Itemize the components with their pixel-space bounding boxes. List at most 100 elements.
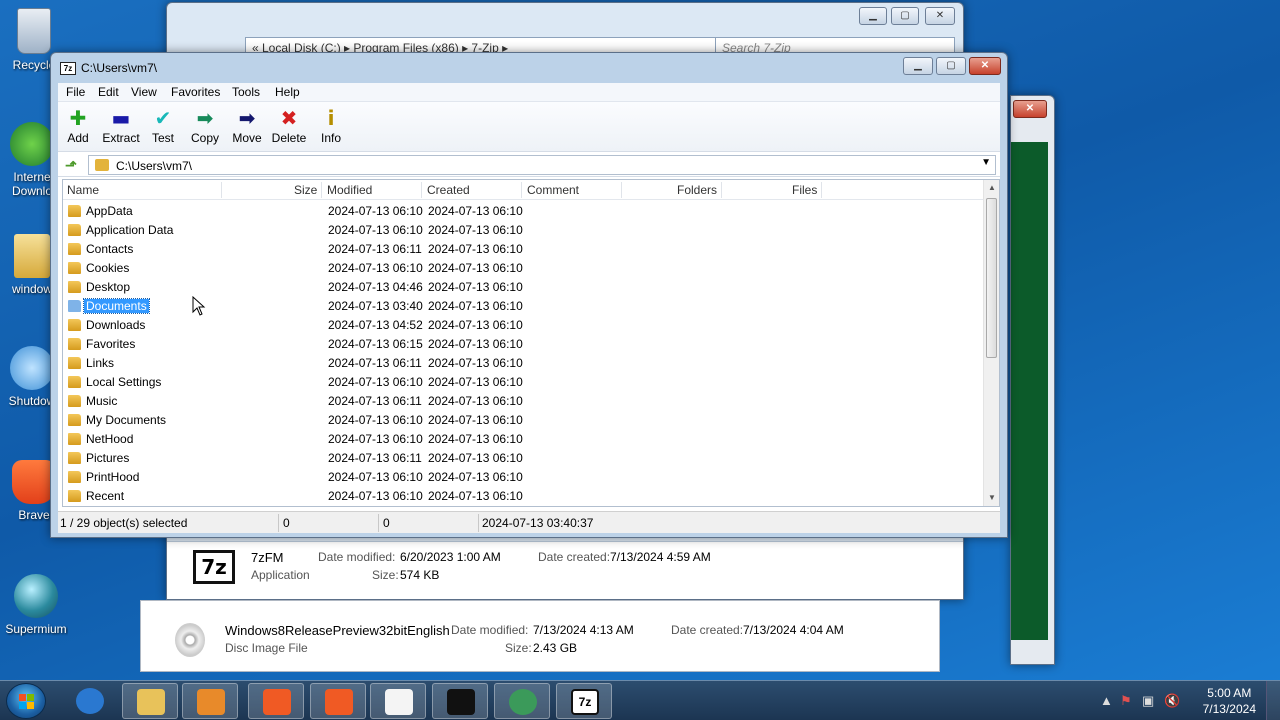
table-row[interactable]: Links 2024-07-13 06:11 2024-07-13 06:10	[63, 354, 983, 373]
menu-edit[interactable]: Edit	[98, 85, 119, 99]
desktop-icon-supermium[interactable]: Supermium	[4, 574, 68, 636]
7zip-window[interactable]: 7z C:\Users\vm7\ ▁ ▢ ✕ File Edit View Fa…	[50, 52, 1008, 538]
network-icon[interactable]: ▣	[1142, 693, 1154, 709]
chevron-down-icon[interactable]: ▼	[981, 157, 991, 168]
extract-button[interactable]: ▬ Extract	[99, 105, 143, 145]
row-created: 2024-07-13 06:10	[428, 432, 523, 446]
size-value: 2.43 GB	[533, 641, 578, 655]
table-row[interactable]: Recent 2024-07-13 06:10 2024-07-13 06:10	[63, 487, 983, 506]
folder-icon	[68, 414, 81, 426]
table-row[interactable]: Music 2024-07-13 06:11 2024-07-13 06:10	[63, 392, 983, 411]
col-folders[interactable]: Folders	[677, 183, 717, 197]
created-label: Date created:	[671, 623, 744, 637]
row-modified: 2024-07-13 06:11	[328, 356, 422, 370]
row-created: 2024-07-13 06:10	[428, 280, 523, 294]
taskbar-app-button[interactable]	[494, 683, 550, 719]
taskbar-app-button[interactable]	[62, 683, 118, 719]
menu-favorites[interactable]: Favorites	[171, 85, 220, 99]
table-row[interactable]: Favorites 2024-07-13 06:15 2024-07-13 06:1…	[63, 335, 983, 354]
col-created[interactable]: Created	[427, 183, 470, 197]
row-created: 2024-07-13 06:10	[428, 261, 523, 275]
table-row[interactable]: AppData 2024-07-13 06:10 2024-07-13 06:10	[63, 202, 983, 221]
row-name: My Documents	[86, 413, 167, 427]
scroll-thumb[interactable]	[986, 198, 997, 358]
taskbar-app-button[interactable]	[432, 683, 488, 719]
status-modified: 2024-07-13 03:40:37	[482, 516, 594, 530]
menu-help[interactable]: Help	[275, 85, 300, 99]
row-name: Pictures	[86, 451, 130, 465]
show-hidden-icons-icon[interactable]: ▲	[1100, 693, 1113, 708]
extract-icon: ▬	[111, 106, 131, 130]
copy-button[interactable]: ➡ Copy	[183, 105, 227, 145]
col-files[interactable]: Files	[792, 183, 817, 197]
up-folder-icon[interactable]: ⬏	[62, 157, 80, 173]
menu-tools[interactable]: Tools	[232, 85, 260, 99]
background-window-green[interactable]: ✕	[1010, 95, 1055, 665]
folder-icon	[68, 433, 81, 445]
row-modified: 2024-07-13 06:10	[328, 375, 423, 389]
table-row[interactable]: Downloads 2024-07-13 04:52 2024-07-13 06:1…	[63, 316, 983, 335]
clock[interactable]: 5:00 AM 7/13/2024	[1203, 685, 1256, 717]
volume-muted-icon[interactable]: 🔇	[1164, 693, 1180, 709]
table-row[interactable]: Contacts 2024-07-13 06:11 2024-07-13 06:10	[63, 240, 983, 259]
menu-view[interactable]: View	[131, 85, 157, 99]
taskbar-app-button[interactable]	[370, 683, 426, 719]
info-button[interactable]: i Info	[309, 105, 353, 145]
title-bar[interactable]: 7z C:\Users\vm7\ ▁ ▢ ✕	[51, 53, 1007, 83]
scroll-down-icon[interactable]: ▼	[984, 490, 999, 506]
status-selection: 1 / 29 object(s) selected	[60, 516, 188, 530]
file-name: Windows8ReleasePreview32bitEnglish	[225, 623, 450, 638]
scroll-up-icon[interactable]: ▲	[984, 180, 999, 196]
test-button[interactable]: ✔ Test	[141, 105, 185, 145]
col-size[interactable]: Size	[294, 183, 317, 197]
close-button[interactable]: ✕	[925, 7, 955, 25]
col-comment[interactable]: Comment	[527, 183, 579, 197]
table-row[interactable]: NetHood 2024-07-13 06:10 2024-07-13 06:10	[63, 430, 983, 449]
table-row[interactable]: My Documents 2024-07-13 06:10 2024-07-13 0…	[63, 411, 983, 430]
path-combo[interactable]: C:\Users\vm7\ ▼	[88, 155, 996, 175]
test-label: Test	[151, 131, 174, 145]
taskbar-app-button[interactable]: 7z	[556, 683, 612, 719]
row-name: Application Data	[86, 223, 174, 237]
taskbar-app-button[interactable]	[248, 683, 304, 719]
col-name[interactable]: Name	[67, 183, 99, 197]
row-created: 2024-07-13 06:10	[428, 470, 523, 484]
col-modified[interactable]: Modified	[327, 183, 372, 197]
table-row[interactable]: Application Data 2024-07-13 06:10 2024-07-…	[63, 221, 983, 240]
7zip-app-icon: 7z	[193, 550, 235, 584]
table-row[interactable]: Local Settings 2024-07-13 06:10 2024-07-13…	[63, 373, 983, 392]
action-center-icon[interactable]: ⚑	[1120, 693, 1132, 709]
browser-globe-icon	[14, 574, 58, 618]
start-button[interactable]	[6, 683, 46, 719]
row-created: 2024-07-13 06:10	[428, 204, 523, 218]
move-button[interactable]: ➡ Move	[225, 105, 269, 145]
show-desktop-button[interactable]	[1266, 681, 1280, 720]
file-list[interactable]: Name Size Modified Created Comment Folde…	[62, 179, 1000, 507]
delete-button[interactable]: ✖ Delete	[267, 105, 311, 145]
table-row[interactable]: Desktop 2024-07-13 04:46 2024-07-13 06:10	[63, 278, 983, 297]
row-modified: 2024-07-13 06:11	[328, 451, 422, 465]
taskbar-app-button[interactable]	[182, 683, 238, 719]
table-row[interactable]: Cookies 2024-07-13 06:10 2024-07-13 06:10	[63, 259, 983, 278]
minimize-button[interactable]: ▁	[859, 7, 887, 25]
minimize-button[interactable]: ▁	[903, 57, 933, 75]
disc-image-icon	[175, 623, 205, 657]
vertical-scrollbar[interactable]: ▲ ▼	[983, 180, 999, 506]
clock-time: 5:00 AM	[1207, 686, 1252, 700]
table-row[interactable]: Pictures 2024-07-13 06:11 2024-07-13 06:10	[63, 449, 983, 468]
maximize-button[interactable]: ▢	[936, 57, 966, 75]
menu-file[interactable]: File	[66, 85, 85, 99]
move-icon: ➡	[238, 106, 256, 130]
maximize-button[interactable]: ▢	[891, 7, 919, 25]
add-button[interactable]: ✚ Add	[56, 105, 100, 145]
table-row[interactable]: PrintHood 2024-07-13 06:10 2024-07-13 06:1…	[63, 468, 983, 487]
close-button[interactable]: ✕	[1013, 100, 1047, 118]
desktop-icon-label: Supermium	[5, 622, 67, 636]
taskbar-app-button[interactable]	[310, 683, 366, 719]
background-explorer-window-2[interactable]: Windows8ReleasePreview32bitEnglish Disc …	[140, 600, 940, 672]
close-button[interactable]: ✕	[969, 57, 1001, 75]
details-pane: 7z 7zFM Application Date modified: 6/20/…	[167, 541, 963, 599]
taskbar-app-button[interactable]	[122, 683, 178, 719]
folder-icon	[68, 452, 81, 464]
windows-logo-icon	[19, 694, 35, 710]
